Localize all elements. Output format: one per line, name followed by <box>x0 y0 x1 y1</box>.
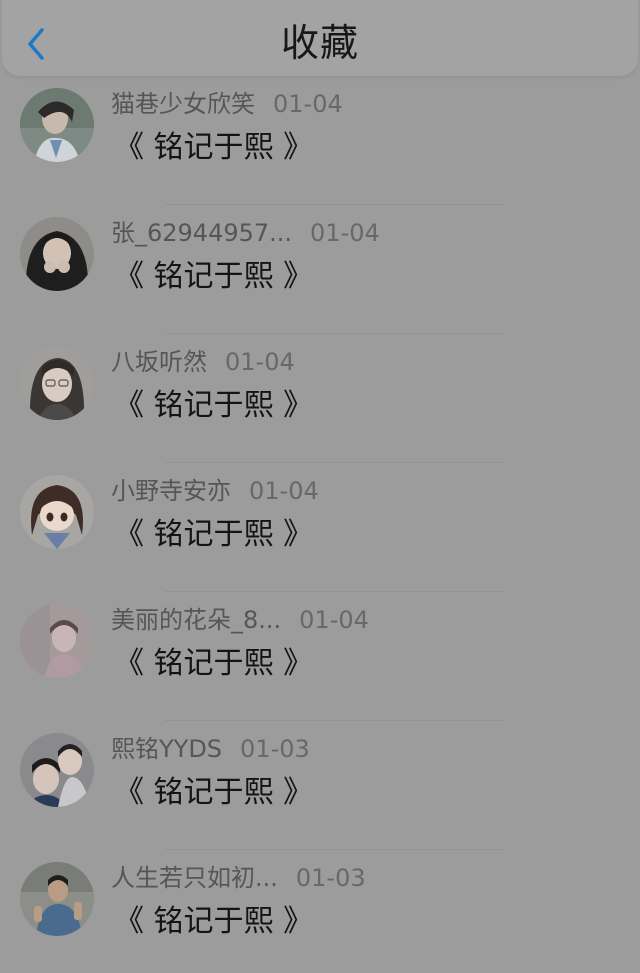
list-item[interactable]: 美丽的花朵_8... 01-04 《 铭记于熙 》 <box>0 592 640 721</box>
user-name[interactable]: 熙铭YYDS <box>111 735 222 763</box>
item-text[interactable]: 《 铭记于熙 》 <box>114 126 313 170</box>
item-date: 01-04 <box>299 606 369 634</box>
page-title: 收藏 <box>280 21 359 65</box>
item-text[interactable]: 《 铭记于熙 》 <box>114 771 313 815</box>
avatar[interactable] <box>20 862 94 936</box>
list-item[interactable]: 八坂听然 01-04 《 铭记于熙 》 <box>0 334 640 463</box>
user-name[interactable]: 小野寺安亦 <box>111 477 231 505</box>
user-name[interactable]: 美丽的花朵_8... <box>111 606 281 634</box>
avatar[interactable] <box>20 733 94 807</box>
list-item[interactable]: 人生若只如初... 01-03 《 铭记于熙 》 <box>0 850 640 973</box>
item-date: 01-03 <box>295 864 366 892</box>
item-text[interactable]: 《 铭记于熙 》 <box>114 513 313 557</box>
item-text[interactable]: 《 铭记于熙 》 <box>114 255 313 299</box>
user-name[interactable]: 人生若只如初... <box>111 864 278 892</box>
user-name[interactable]: 猫巷少女欣笑 <box>111 90 255 118</box>
avatar[interactable] <box>20 346 94 420</box>
list-item[interactable]: 小野寺安亦 01-04 《 铭记于熙 》 <box>0 463 640 592</box>
favorites-list: 猫巷少女欣笑 01-04 《 铭记于熙 》 张_62944957... 01-04 <box>0 76 640 973</box>
item-meta: 美丽的花朵_8... 01-04 <box>111 602 369 638</box>
item-text[interactable]: 《 铭记于熙 》 <box>114 900 313 944</box>
item-text[interactable]: 《 铭记于熙 》 <box>114 642 313 686</box>
favorites-screen: 收藏 猫巷少女欣笑 01-04 《 铭记于熙 》 张_62944957... 0… <box>0 0 640 973</box>
item-text[interactable]: 《 铭记于熙 》 <box>114 384 313 428</box>
item-meta: 人生若只如初... 01-03 <box>111 860 366 896</box>
item-date: 01-04 <box>225 348 295 376</box>
avatar[interactable] <box>20 88 94 162</box>
item-meta: 熙铭YYDS 01-03 <box>111 731 310 767</box>
user-name[interactable]: 张_62944957... <box>111 219 292 247</box>
list-item[interactable]: 张_62944957... 01-04 《 铭记于熙 》 <box>0 205 640 334</box>
avatar[interactable] <box>20 604 94 678</box>
item-date: 01-04 <box>273 90 343 118</box>
avatar[interactable] <box>20 475 94 549</box>
user-name[interactable]: 八坂听然 <box>111 348 207 376</box>
item-date: 01-03 <box>240 735 310 763</box>
item-date: 01-04 <box>310 219 380 247</box>
item-meta: 猫巷少女欣笑 01-04 <box>111 86 343 122</box>
item-meta: 张_62944957... 01-04 <box>111 215 380 251</box>
item-meta: 小野寺安亦 01-04 <box>111 473 319 509</box>
header-bar: 收藏 <box>2 0 638 76</box>
item-date: 01-04 <box>249 477 319 505</box>
avatar[interactable] <box>20 217 94 291</box>
list-item[interactable]: 熙铭YYDS 01-03 《 铭记于熙 》 <box>0 721 640 850</box>
list-item[interactable]: 猫巷少女欣笑 01-04 《 铭记于熙 》 <box>0 76 640 205</box>
item-meta: 八坂听然 01-04 <box>111 344 295 380</box>
